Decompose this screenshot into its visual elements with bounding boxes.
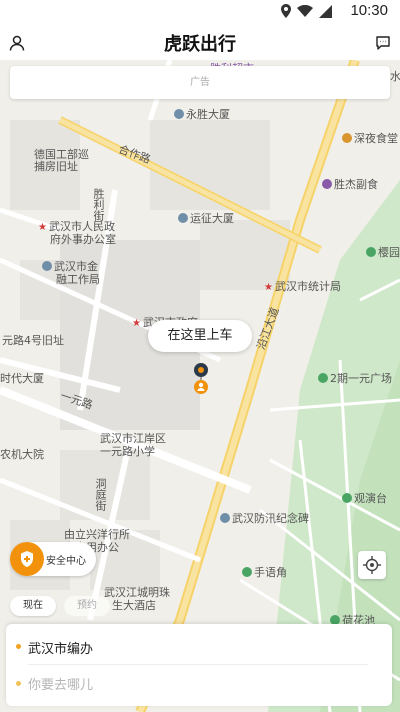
poi-label: 观演台 [342,492,387,505]
ride-time-tabs: 现在 预约 [10,596,110,616]
poi-label: 水 [390,70,400,83]
ad-banner[interactable]: 广告 [10,66,390,99]
signal-icon [319,4,332,18]
status-time: 10:30 [350,2,388,19]
poi-label: 农机大院 [0,448,44,461]
poi-label-text: 武汉市金 [54,260,98,273]
poi-label-text: 樱园 [378,246,400,259]
tab-now[interactable]: 现在 [10,596,56,616]
destination-field[interactable]: 你要去哪儿 [6,670,392,700]
poi-label-text: 手语角 [254,566,287,579]
crosshair-icon [363,556,381,574]
poi-label-text: 武汉市统计局 [274,280,341,293]
poi-label-text: 武汉市人民政 [48,220,115,233]
page-title: 虎跃出行 [164,34,236,55]
pickup-location-bubble[interactable]: 在这里上车 [148,320,252,352]
poi-label-text: 深夜食堂 [354,132,398,145]
origin-dot-icon [16,644,21,649]
poi-label-text: 运征大厦 [190,212,234,225]
poi-label: 2期一元广场 [318,372,392,385]
wifi-icon [297,5,313,17]
poi-label: 生大酒店 [112,599,156,612]
location-icon [281,4,291,18]
poi-label: 时代大厦 [0,372,44,385]
poi-label: 由立兴洋行所 [64,528,130,541]
road-label: 洞庭街 [94,478,107,511]
chat-icon [376,36,390,50]
poi-label-text: 2期一元广场 [330,372,392,385]
poi-label: 胜杰副食 [322,178,378,191]
destination-placeholder: 你要去哪儿 [28,678,94,693]
shield-icon [10,542,44,576]
pickup-pin-icon [193,362,209,400]
poi-label-text: 永胜大厦 [186,108,230,121]
origin-field[interactable]: 武汉市编办 [6,632,392,662]
poi-label: ★ 武汉市统计局 [264,280,341,293]
poi-label: 府外事办公室 [50,233,116,246]
poi-label: 融工作局 [56,273,100,286]
status-icons [281,4,332,18]
poi-label: 樱园 [366,246,400,259]
poi-label: 手语角 [242,566,287,579]
locate-me-button[interactable] [358,551,386,579]
divider [28,664,368,665]
poi-label: 元路4号旧址 [2,334,64,347]
poi-label: 一元路小学 [100,445,155,458]
app-header: 虎跃出行 [0,24,400,60]
road-label: 胜利街 [92,188,105,221]
poi-label: 永胜大厦 [174,108,230,121]
safety-center-button[interactable]: 安全中心 [10,542,96,576]
poi-label: 深夜食堂 [342,132,398,145]
poi-label: 武汉防汛纪念碑 [220,512,309,525]
messages-button[interactable] [372,32,394,54]
safety-center-label: 安全中心 [46,556,86,567]
poi-label: 武汉江城明珠 [104,586,170,599]
tab-reserve[interactable]: 预约 [64,596,110,616]
poi-label: 武汉市金 [42,260,98,273]
origin-text: 武汉市编办 [28,642,94,657]
poi-label-text: 武汉防汛纪念碑 [232,512,309,525]
status-bar: 10:30 [0,0,400,24]
poi-label-text: 胜杰副食 [334,178,378,191]
poi-label: 捕房旧址 [34,160,78,173]
poi-label: 武汉市江岸区 [100,432,166,445]
poi-label-text: 观演台 [354,492,387,505]
poi-label: ★ 武汉市人民政 [38,220,115,233]
destination-dot-icon [16,681,21,686]
trip-input-card: 武汉市编办 你要去哪儿 [6,624,392,706]
poi-label: 运征大厦 [178,212,234,225]
